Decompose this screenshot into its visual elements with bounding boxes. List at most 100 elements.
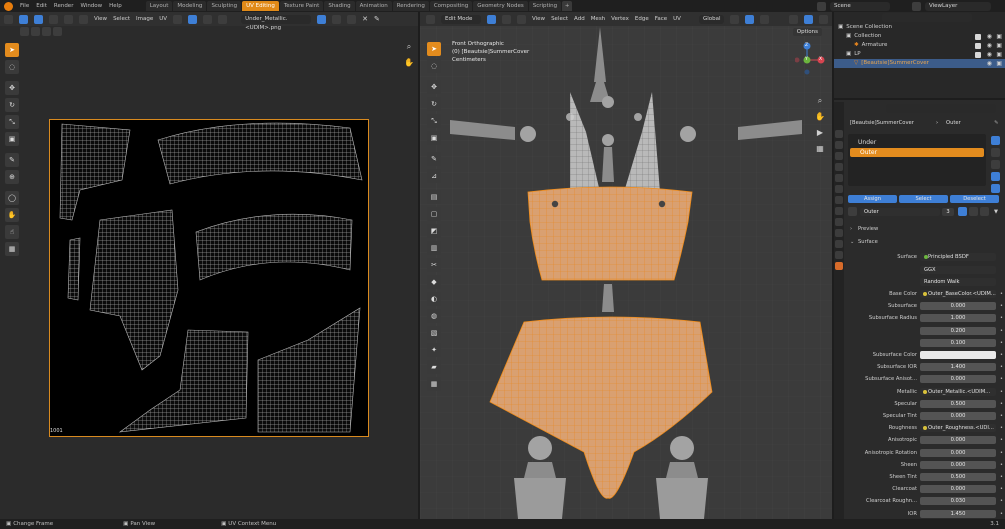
keyframe-dot-icon[interactable]: •: [1000, 352, 1003, 358]
select-tool-icon[interactable]: ➤: [427, 42, 441, 56]
extrude-tool-icon[interactable]: ▤: [427, 190, 441, 204]
move-slot-down-icon[interactable]: [991, 184, 1000, 193]
scale-tool-icon[interactable]: ⤡: [5, 115, 19, 129]
unlink-material-icon[interactable]: [980, 207, 989, 216]
shear-tool-icon[interactable]: ▰: [427, 360, 441, 374]
select-circle-icon[interactable]: ◌: [5, 60, 19, 74]
options-dropdown[interactable]: Options: [792, 28, 822, 36]
keyframe-dot-icon[interactable]: •: [1000, 340, 1003, 346]
menu-uv[interactable]: UV: [673, 16, 681, 22]
bsdf-input-value[interactable]: GGX: [920, 265, 996, 274]
keyframe-dot-icon[interactable]: •: [1000, 450, 1003, 456]
menu-window[interactable]: Window: [80, 3, 102, 9]
image-browse-icon[interactable]: [218, 14, 228, 24]
zoom-icon[interactable]: ⌕: [403, 42, 415, 54]
uv-tool-invert-icon[interactable]: [53, 27, 62, 36]
object-tab-icon[interactable]: [835, 196, 843, 204]
view-layer-field[interactable]: ViewLayer: [925, 1, 991, 11]
pivot-icon[interactable]: [730, 14, 740, 24]
spin-tool-icon[interactable]: ◐: [427, 292, 441, 306]
keyframe-dot-icon[interactable]: •: [1000, 437, 1003, 443]
image-fake-user-icon[interactable]: [317, 14, 327, 24]
material-sphere-icon[interactable]: [848, 207, 857, 216]
sticky-select-icon[interactable]: [79, 14, 88, 24]
camera-icon[interactable]: ▣: [996, 32, 1002, 41]
scene-selector[interactable]: Scene: [817, 1, 907, 11]
tab-geometry-nodes[interactable]: Geometry Nodes: [473, 1, 528, 11]
poly-build-tool-icon[interactable]: ◆: [427, 275, 441, 289]
new-image-icon[interactable]: [332, 14, 342, 24]
overlay-icon[interactable]: [789, 14, 799, 24]
grab-tool-icon[interactable]: ◯: [5, 191, 19, 205]
image-name-field[interactable]: Under_Metallic.<UDIM>.png: [241, 14, 312, 31]
shrink-tool-icon[interactable]: ✦: [427, 343, 441, 357]
tweak-tool-icon[interactable]: ➤: [5, 43, 19, 57]
outliner-row[interactable]: ▣ LP ◉ ▣: [834, 50, 1005, 59]
bsdf-input-value[interactable]: 0.030: [920, 497, 996, 506]
select-button[interactable]: Select: [899, 194, 948, 203]
bsdf-input-value[interactable]: 0.200: [920, 326, 996, 335]
mode-selector[interactable]: Edit Mode: [441, 14, 481, 24]
snap-icon[interactable]: [745, 14, 755, 24]
perspective-toggle-icon[interactable]: ▦: [814, 144, 826, 156]
edge-select-icon[interactable]: [49, 14, 58, 24]
keyframe-dot-icon[interactable]: •: [1000, 401, 1003, 407]
proportional-icon[interactable]: [203, 14, 213, 24]
rip-tool-icon[interactable]: ▦: [5, 242, 19, 256]
uv-tool-extend-icon[interactable]: [31, 27, 40, 36]
cursor-tool-icon[interactable]: ◌: [427, 59, 441, 73]
rip-tool-icon[interactable]: ▦: [427, 377, 441, 391]
tab-sculpting[interactable]: Sculpting: [207, 1, 242, 11]
material-slot-outer[interactable]: Outer: [850, 148, 984, 157]
navigation-gizmo[interactable]: Z Y X: [794, 40, 825, 88]
keyframe-dot-icon[interactable]: •: [1000, 291, 1003, 297]
shading-icon[interactable]: [819, 14, 829, 24]
pan-hand-icon[interactable]: ✋: [403, 58, 415, 70]
bsdf-input-value[interactable]: 0.000: [920, 411, 996, 420]
modifier-tab-icon[interactable]: [835, 207, 843, 215]
uv-editor[interactable]: View Select Image UV Under_Metallic.<UDI…: [0, 12, 418, 519]
transform-tool-icon[interactable]: ▣: [427, 131, 441, 145]
outliner[interactable]: ▣ Scene Collection ▣ Collection ◉ ▣ ✱ Ar…: [834, 12, 1005, 100]
menu-select[interactable]: Select: [113, 16, 130, 22]
tab-layout[interactable]: Layout: [145, 1, 173, 11]
tab-texture-paint[interactable]: Texture Paint: [279, 1, 324, 11]
tab-modeling[interactable]: Modeling: [173, 1, 207, 11]
bsdf-input-value[interactable]: Random Walk: [920, 277, 996, 286]
remove-slot-icon[interactable]: [991, 148, 1000, 157]
menu-select[interactable]: Select: [551, 16, 568, 22]
keyframe-dot-icon[interactable]: •: [1000, 474, 1003, 480]
bsdf-input-value[interactable]: 0.100: [920, 338, 996, 347]
rotate-tool-icon[interactable]: ↻: [5, 98, 19, 112]
cursor-tool-icon[interactable]: ⊕: [5, 170, 19, 184]
tab-shading[interactable]: Shading: [324, 1, 355, 11]
relax-tool-icon[interactable]: ✋: [5, 208, 19, 222]
transform-orientation[interactable]: Global: [698, 14, 725, 24]
move-tool-icon[interactable]: ✥: [427, 80, 441, 94]
keyframe-dot-icon[interactable]: •: [1000, 413, 1003, 419]
bsdf-input-value[interactable]: 0.500: [920, 472, 996, 481]
eye-icon[interactable]: ◉: [987, 50, 992, 59]
snap-icon[interactable]: [188, 14, 198, 24]
blender-logo-icon[interactable]: [4, 1, 13, 11]
bsdf-input-value[interactable]: 0.000: [920, 448, 996, 457]
tab-uv-editing[interactable]: UV Editing: [242, 1, 279, 11]
surface-shader-field[interactable]: Principled BSDF: [920, 252, 996, 261]
move-slot-up-icon[interactable]: [991, 172, 1000, 181]
close-icon[interactable]: ✕: [362, 15, 368, 23]
surface-panel-header[interactable]: ⌄ Surface: [846, 237, 1005, 246]
exclude-checkbox[interactable]: [975, 33, 981, 40]
inset-tool-icon[interactable]: ▢: [427, 207, 441, 221]
bsdf-input-value[interactable]: Outer_Metallic.<UDIM...: [920, 387, 996, 396]
edge-slide-tool-icon[interactable]: ▧: [427, 326, 441, 340]
constraints-tab-icon[interactable]: [835, 240, 843, 248]
output-tab-icon[interactable]: [835, 152, 843, 160]
rotate-tool-icon[interactable]: ↻: [427, 97, 441, 111]
eye-icon[interactable]: ◉: [987, 59, 992, 68]
menu-render[interactable]: Render: [54, 3, 74, 9]
annotate-tool-icon[interactable]: ✎: [5, 153, 19, 167]
uv-tool-mode-icon[interactable]: [20, 27, 29, 36]
menu-edit[interactable]: Edit: [36, 3, 47, 9]
view-layer-tab-icon[interactable]: [835, 163, 843, 171]
tab-scripting[interactable]: Scripting: [528, 1, 562, 11]
